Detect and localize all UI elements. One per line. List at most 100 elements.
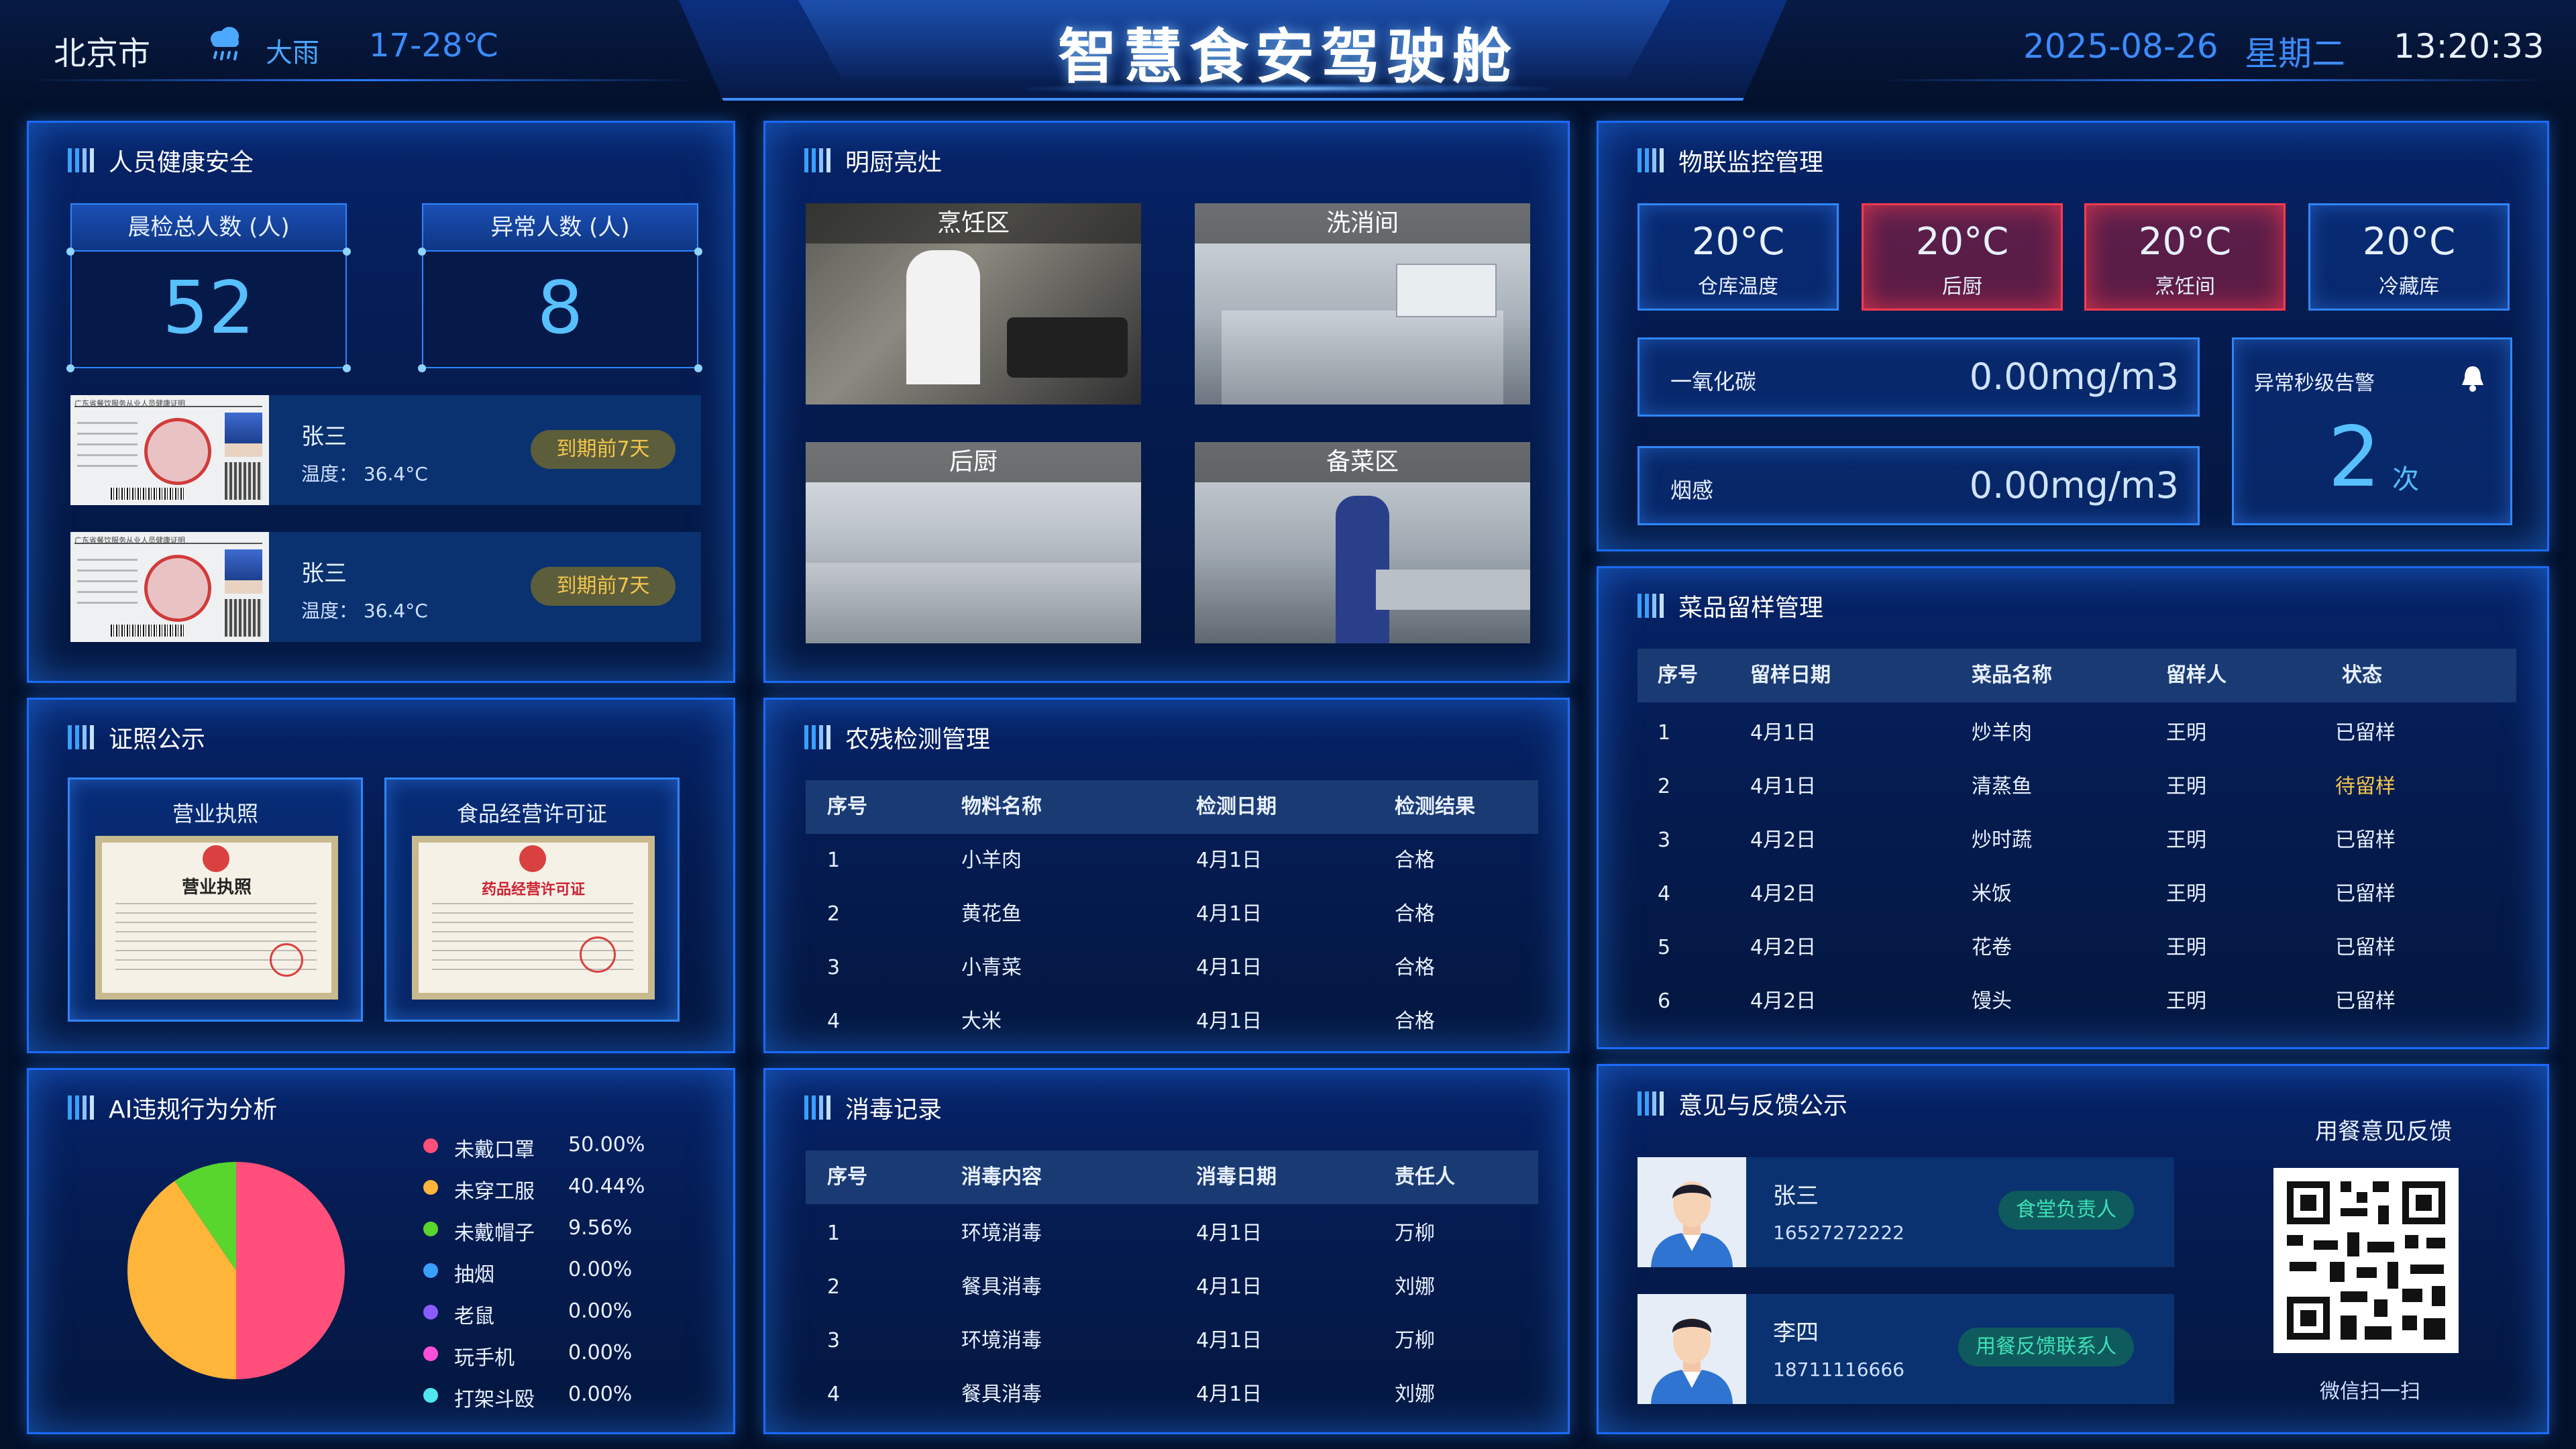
table-row[interactable]: 6 4月2日 馒头 王明 已留样 (1638, 975, 2516, 1028)
alarm-card[interactable]: 异常秒级告警 2 次 (2232, 337, 2512, 525)
food-license-card[interactable]: 食品经营许可证 药品经营许可证 (384, 777, 680, 1022)
table-cell: 4月1日 (1196, 1383, 1263, 1406)
temperature-card-cold-storage[interactable]: 20°C 冷藏库 (2308, 203, 2510, 311)
table-row[interactable]: 2 黄花鱼 4月1日 合格 (806, 888, 1538, 941)
table-cell: 4月1日 (1196, 902, 1263, 926)
feedback-title-text: 意见与反馈公示 (1678, 1092, 1848, 1120)
table-cell: 万柳 (1395, 1329, 1435, 1352)
certificate-header-text: 广东省餐饮服务从业人员健康证明 (74, 398, 262, 408)
rain-cloud-icon (205, 24, 246, 64)
smoke-sensor-card[interactable]: 烟感 0.00mg/m3 (1638, 446, 2200, 525)
legend-percent: 40.44% (568, 1175, 645, 1198)
column-header: 检测日期 (1196, 795, 1277, 818)
legend-item[interactable]: 未戴帽子 9.56% (396, 1214, 678, 1245)
legend-item[interactable]: 抽烟 0.00% (396, 1255, 678, 1287)
table-row[interactable]: 1 环境消毒 4月1日 万柳 (806, 1207, 1538, 1260)
legend-dot (423, 1222, 438, 1236)
contact-card[interactable]: 李四 18711116666 用餐反馈联系人 (1638, 1294, 2174, 1404)
table-cell: 万柳 (1395, 1222, 1435, 1245)
legend-item[interactable]: 打架斗殴 0.00% (396, 1380, 678, 1411)
status-cell: 已留样 (2335, 882, 2396, 906)
seal-icon (580, 936, 616, 973)
staff-name: 张三 (301, 423, 347, 450)
camera-label: 备菜区 (1195, 442, 1530, 482)
table-cell: 4 (1658, 882, 1671, 906)
ai-panel-title: AI违规行为分析 (68, 1090, 277, 1125)
column-header: 物料名称 (961, 795, 1042, 818)
feedback-panel: 意见与反馈公示 张三 16527272222 食堂负责人 李四 18711116… (1597, 1064, 2549, 1434)
table-row[interactable]: 2 餐具消毒 4月1日 刘娜 (806, 1260, 1538, 1314)
seal-icon (270, 943, 303, 977)
food-license-image[interactable]: 药品经营许可证 (412, 836, 655, 1000)
table-row[interactable]: 5 4月2日 花卷 王明 已留样 (1638, 921, 2516, 975)
temperature-card-cooking-room[interactable]: 20°C 烹饪间 (2084, 203, 2286, 311)
status-cell: 已留样 (2335, 989, 2396, 1013)
pie-slice[interactable] (236, 1162, 345, 1379)
temperature-value: 20°C (1691, 220, 1785, 264)
corner-dot (694, 248, 702, 256)
gas-value: 0.00mg/m3 (1969, 356, 2179, 398)
table-cell: 3 (827, 1329, 841, 1352)
table-cell: 4月1日 (1750, 775, 1817, 798)
license-label: 营业执照 (172, 801, 258, 826)
temperature-card-warehouse[interactable]: 20°C 仓库温度 (1638, 203, 1839, 311)
table-row[interactable]: 3 小青菜 4月1日 合格 (806, 941, 1538, 995)
carbon-monoxide-card[interactable]: 一氧化碳 0.00mg/m3 (1638, 337, 2200, 417)
table-row[interactable]: 4 4月2日 米饭 王明 已留样 (1638, 867, 2516, 921)
table-cell: 小羊肉 (961, 849, 1022, 872)
staff-health-card[interactable]: 广东省餐饮服务从业人员健康证明 张三 温度： 36.4°C 到期前7天 (70, 532, 701, 642)
table-row[interactable]: 3 4月2日 炒时蔬 王明 已留样 (1638, 814, 2516, 867)
ai-title-text: AI违规行为分析 (109, 1096, 278, 1124)
legend-item[interactable]: 老鼠 0.00% (396, 1297, 678, 1328)
gas-label: 烟感 (1670, 478, 1714, 503)
barcode-icon (111, 625, 184, 637)
legend-item[interactable]: 未穿工服 40.44% (396, 1172, 678, 1203)
table-cell: 4月2日 (1750, 882, 1817, 906)
table-row[interactable]: 1 小羊肉 4月1日 合格 (806, 834, 1538, 888)
camera-label: 后厨 (806, 442, 1141, 482)
health-certificate-image[interactable]: 广东省餐饮服务从业人员健康证明 (70, 395, 269, 505)
temperature-card-back-kitchen[interactable]: 20°C 后厨 (1862, 203, 2063, 311)
temperature-value: 20°C (1915, 220, 2009, 264)
emblem-icon (519, 845, 546, 872)
business-license-card[interactable]: 营业执照 营业执照 (68, 777, 363, 1022)
corner-dot (418, 248, 426, 256)
table-cell: 5 (1658, 936, 1671, 959)
table-cell: 4月1日 (1196, 1329, 1263, 1352)
health-certificate-image[interactable]: 广东省餐饮服务从业人员健康证明 (70, 532, 269, 642)
table-cell: 王明 (2166, 936, 2206, 959)
certificate-lines (77, 559, 138, 612)
legend-item[interactable]: 未戴口罩 50.00% (396, 1130, 678, 1162)
qr-title: 用餐意见反馈 (2315, 1118, 2452, 1145)
license-panel: 证照公示 营业执照 营业执照 食品经营许可证 药品经营许可证 (27, 698, 735, 1053)
staff-health-card[interactable]: 广东省餐饮服务从业人员健康证明 张三 温度： 36.4°C 到期前7天 (70, 395, 701, 505)
legend-item[interactable]: 玩手机 0.00% (396, 1338, 678, 1370)
camera-feed-back-kitchen[interactable]: 后厨 (806, 442, 1141, 643)
person-avatar-icon (1638, 1294, 1746, 1404)
table-cell: 餐具消毒 (961, 1275, 1042, 1299)
role-badge: 用餐反馈联系人 (1958, 1328, 2134, 1366)
red-stamp-icon (144, 555, 211, 622)
camera-feed-cooking[interactable]: 烹饪区 (806, 203, 1141, 405)
kitchen-panel-title: 明厨亮灶 (804, 143, 942, 178)
staff-temperature: 温度： 36.4°C (301, 463, 428, 485)
table-cell: 2 (1658, 775, 1671, 798)
table-row[interactable]: 2 4月1日 清蒸鱼 王明 待留样 (1638, 760, 2516, 814)
camera-feed-wash[interactable]: 洗消间 (1195, 203, 1530, 405)
column-header: 留样人 (2166, 663, 2226, 687)
contact-card[interactable]: 张三 16527272222 食堂负责人 (1638, 1157, 2174, 1267)
table-cell: 2 (827, 1275, 841, 1299)
legend-percent: 0.00% (568, 1341, 633, 1364)
table-row[interactable]: 3 环境消毒 4月1日 万柳 (806, 1314, 1538, 1368)
table-row[interactable]: 4 大米 4月1日 合格 (806, 995, 1538, 1049)
camera-feed-prep[interactable]: 备菜区 (1195, 442, 1530, 643)
abnormal-count-card: 异常人数 (人) 8 (418, 203, 702, 372)
table-cell: 王明 (2166, 775, 2206, 798)
feedback-qr-code[interactable] (2273, 1168, 2459, 1353)
business-license-image[interactable]: 营业执照 (95, 836, 338, 1000)
table-row[interactable]: 4 餐具消毒 4月1日 刘娜 (806, 1368, 1538, 1421)
abnormal-count-label: 异常人数 (人) (422, 203, 698, 252)
title-bars-icon (68, 725, 94, 749)
table-cell: 3 (1658, 828, 1671, 852)
table-row[interactable]: 1 4月1日 炒羊肉 王明 已留样 (1638, 706, 2516, 760)
